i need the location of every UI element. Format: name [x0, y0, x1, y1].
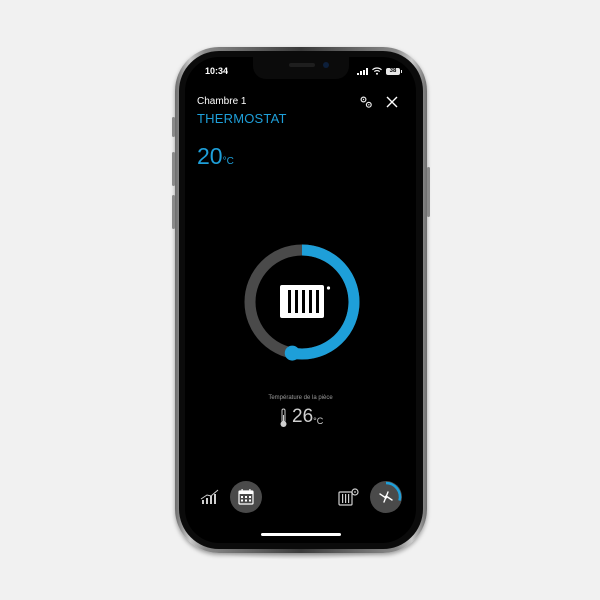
phone-screen: 10:34 38 Chambre 1 THERMOSTAT 20°C Tempé… — [185, 57, 416, 543]
setpoint-temperature: 20°C — [197, 143, 234, 170]
notch — [253, 57, 349, 79]
radiator-settings-icon[interactable] — [338, 487, 360, 507]
volume-up-button — [172, 152, 175, 186]
mute-switch — [172, 117, 175, 137]
setpoint-value: 20 — [197, 143, 223, 169]
settings-gears-icon[interactable] — [359, 95, 373, 109]
room-temperature-unit: °C — [313, 416, 324, 426]
dial-handle[interactable] — [284, 345, 300, 361]
calendar-button[interactable] — [229, 480, 263, 514]
battery-icon: 38 — [386, 67, 402, 75]
signal-icon — [357, 67, 368, 75]
setpoint-unit: °C — [222, 156, 234, 167]
page-title: THERMOSTAT — [197, 111, 287, 126]
status-icons: 38 — [357, 67, 402, 75]
room-temperature-label: Température de la pièce — [268, 395, 333, 401]
room-name: Chambre 1 — [197, 96, 247, 107]
radiator-icon — [280, 285, 331, 318]
wifi-icon — [372, 67, 382, 75]
home-indicator — [261, 533, 341, 536]
earpiece-speaker — [289, 63, 315, 67]
front-camera — [323, 62, 329, 68]
room-temperature: 26 °C — [279, 406, 323, 428]
mode-button[interactable] — [369, 480, 403, 514]
volume-down-button — [172, 195, 175, 229]
history-chart-icon[interactable] — [200, 489, 220, 505]
power-button — [427, 167, 430, 217]
thermometer-icon — [280, 408, 287, 427]
temperature-dial[interactable] — [237, 237, 367, 367]
room-temperature-value: 26 — [292, 406, 314, 427]
close-icon[interactable] — [385, 95, 399, 109]
status-time: 10:34 — [205, 66, 229, 76]
